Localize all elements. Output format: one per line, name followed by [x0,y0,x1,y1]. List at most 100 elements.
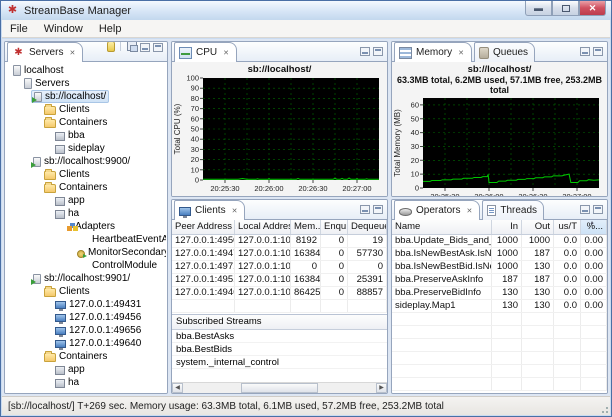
svg-text:80: 80 [191,94,199,103]
cell-us-t: 0.0 [554,300,581,312]
tree-item-127-0-0-1-49456[interactable]: 127.0.0.1:49456 [6,311,166,324]
column-header-[interactable]: %...▴ [581,220,607,234]
memory-chart: 010203040506020:25:3020:26:0020:26:3020:… [392,95,605,196]
tab-close-icon[interactable]: ✕ [465,206,473,216]
column-header-local-address[interactable]: Local Address [235,220,291,234]
column-header-name[interactable]: Name [392,220,492,234]
minimize-panel-icon[interactable] [580,205,590,214]
scrollbar-thumb[interactable] [241,383,318,393]
menu-file[interactable]: File [2,21,36,37]
table-row[interactable]: 127.0.0.1:49518127.0.0.1:100001638402539… [172,274,387,287]
window-close-button[interactable]: ✕ [579,1,606,16]
minimize-panel-icon[interactable] [140,43,150,52]
maximize-panel-icon[interactable] [593,47,603,56]
link-with-editor-icon[interactable] [127,41,137,51]
table-row[interactable]: bba.IsNewBestAsk.IsNewB...10001870.00.00 [392,248,607,261]
resize-grip[interactable] [599,404,609,414]
operators-panel: Operators ✕ Threads NameInOutus/T%...▴bb… [391,199,608,394]
tab-queues[interactable]: Queues [474,42,535,62]
menu-help[interactable]: Help [91,21,130,37]
horizontal-scrollbar[interactable]: ◀ ▶ [172,382,387,393]
tree-item-127-0-0-1-49431[interactable]: 127.0.0.1:49431 [6,298,166,311]
tree-item-127-0-0-1-49640[interactable]: 127.0.0.1:49640 [6,337,166,350]
table-row[interactable]: 127.0.0.1:49477127.0.0.1:100001638405773… [172,248,387,261]
tree-item-containers[interactable]: Containers [6,350,166,363]
minimize-panel-icon[interactable] [360,205,370,214]
tree-item-sb-localhost[interactable]: sb://localhost/ [6,90,166,103]
tree-item-clients[interactable]: Clients [6,168,166,181]
table-row[interactable]: bba.Update_Bids_and_Asks100010000.00.00 [392,235,607,248]
table-row[interactable]: 127.0.0.1:49504127.0.0.1:100008192019 [172,235,387,248]
stream-item-system-internal-control[interactable]: system._internal_control [172,356,387,369]
tree-item-servers[interactable]: Servers [6,77,166,90]
tab-cpu[interactable]: CPU ✕ [174,42,237,62]
cpu-panel: CPU ✕ sb://localhost/ 010203040506070809… [171,41,388,197]
window-maximize-button[interactable] [552,1,579,16]
tree-item-sb-localhost-9901[interactable]: sb://localhost:9901/ [6,272,166,285]
tree-item-sideplay[interactable]: sideplay [6,142,166,155]
table-row[interactable]: bba.PreserveAskInfo1871870.00.00 [392,274,607,287]
column-header-mem[interactable]: Mem... [291,220,321,234]
column-header-dequeued[interactable]: Dequeued [348,220,387,234]
tree-item-app[interactable]: app [6,363,166,376]
tree-item-clients[interactable]: Clients [6,103,166,116]
cell-: 0.00 [581,300,607,312]
table-row[interactable]: sideplay.Map11301300.00.00 [392,300,607,313]
minimize-panel-icon[interactable] [360,47,370,56]
lightbulb-icon[interactable] [107,41,115,52]
stream-item-bba-bestbids[interactable]: bba.BestBids [172,343,387,356]
cell-local-address: 127.0.0.1:10000 [235,261,291,273]
tab-operators[interactable]: Operators ✕ [394,200,480,220]
tree-item-containers[interactable]: Containers [6,181,166,194]
table-row[interactable]: 127.0.0.1:49718127.0.0.1:10000000 [172,261,387,274]
column-header-out[interactable]: Out [522,220,554,234]
adapters-icon [67,226,72,231]
tree-item-localhost[interactable]: localhost [6,64,166,77]
maximize-panel-icon[interactable] [153,43,163,52]
tree-item-ha[interactable]: ha [6,207,166,220]
tree-item-controlmodule[interactable]: ControlModule [6,259,166,272]
maximize-panel-icon[interactable] [593,205,603,214]
svg-text:20:25:30: 20:25:30 [210,184,239,193]
cell-out: 187 [522,274,554,286]
tree-item-app[interactable]: app [6,194,166,207]
stream-item-bba-bestasks[interactable]: bba.BestAsks [172,330,387,343]
tree-item-heartbeateventactions[interactable]: HeartbeatEventActions [6,233,166,246]
tab-close-icon[interactable]: ✕ [231,206,239,216]
tree-item-label: 127.0.0.1:49640 [69,338,141,349]
tab-close-icon[interactable]: ✕ [222,48,230,58]
tree-item-bba[interactable]: bba [6,129,166,142]
table-row[interactable]: bba.PreserveBidInfo1301300.00.00 [392,287,607,300]
tree-item-sb-localhost-9900[interactable]: sb://localhost:9900/ [6,155,166,168]
menu-window[interactable]: Window [36,21,91,37]
maximize-panel-icon[interactable] [373,205,383,214]
scroll-right-icon[interactable]: ▶ [376,383,387,393]
table-row[interactable]: 127.0.0.1:49469127.0.0.1:100008642560888… [172,287,387,300]
column-header-in[interactable]: In [492,220,522,234]
tree-item-monitorsecondary[interactable]: MonitorSecondary [6,246,166,259]
tab-clients[interactable]: Clients ✕ [174,200,245,220]
minimize-panel-icon[interactable] [580,47,590,56]
tab-memory[interactable]: Memory ✕ [394,42,472,62]
tree-item-ha[interactable]: ha [6,376,166,389]
column-header-peer-address[interactable]: Peer Address [172,220,235,234]
tab-servers[interactable]: ✱ Servers ✕ [7,42,83,62]
tree-item-containers[interactable]: Containers [6,116,166,129]
column-header-us-t[interactable]: us/T [554,220,581,234]
table-row[interactable]: bba.IsNewBestBid.IsNewB...10001300.00.00 [392,261,607,274]
tree-item-clients[interactable]: Clients [6,285,166,298]
tab-close-icon[interactable]: ✕ [68,48,76,58]
tab-threads[interactable]: Threads [482,200,544,220]
scrollbar-track[interactable] [183,383,376,393]
svg-text:40: 40 [411,128,419,137]
window-minimize-button[interactable]: ▬ [525,1,552,16]
tab-close-icon[interactable]: ✕ [457,48,465,58]
column-header-enqu[interactable]: Enqu... [321,220,348,234]
clients-icon [179,207,191,216]
spacer [77,234,89,246]
tree-item-127-0-0-1-49656[interactable]: 127.0.0.1:49656 [6,324,166,337]
title-bar[interactable]: ✱ StreamBase Manager [1,1,611,20]
scroll-left-icon[interactable]: ◀ [172,383,183,393]
tree-item-adapters[interactable]: Adapters [6,220,166,233]
maximize-panel-icon[interactable] [373,47,383,56]
